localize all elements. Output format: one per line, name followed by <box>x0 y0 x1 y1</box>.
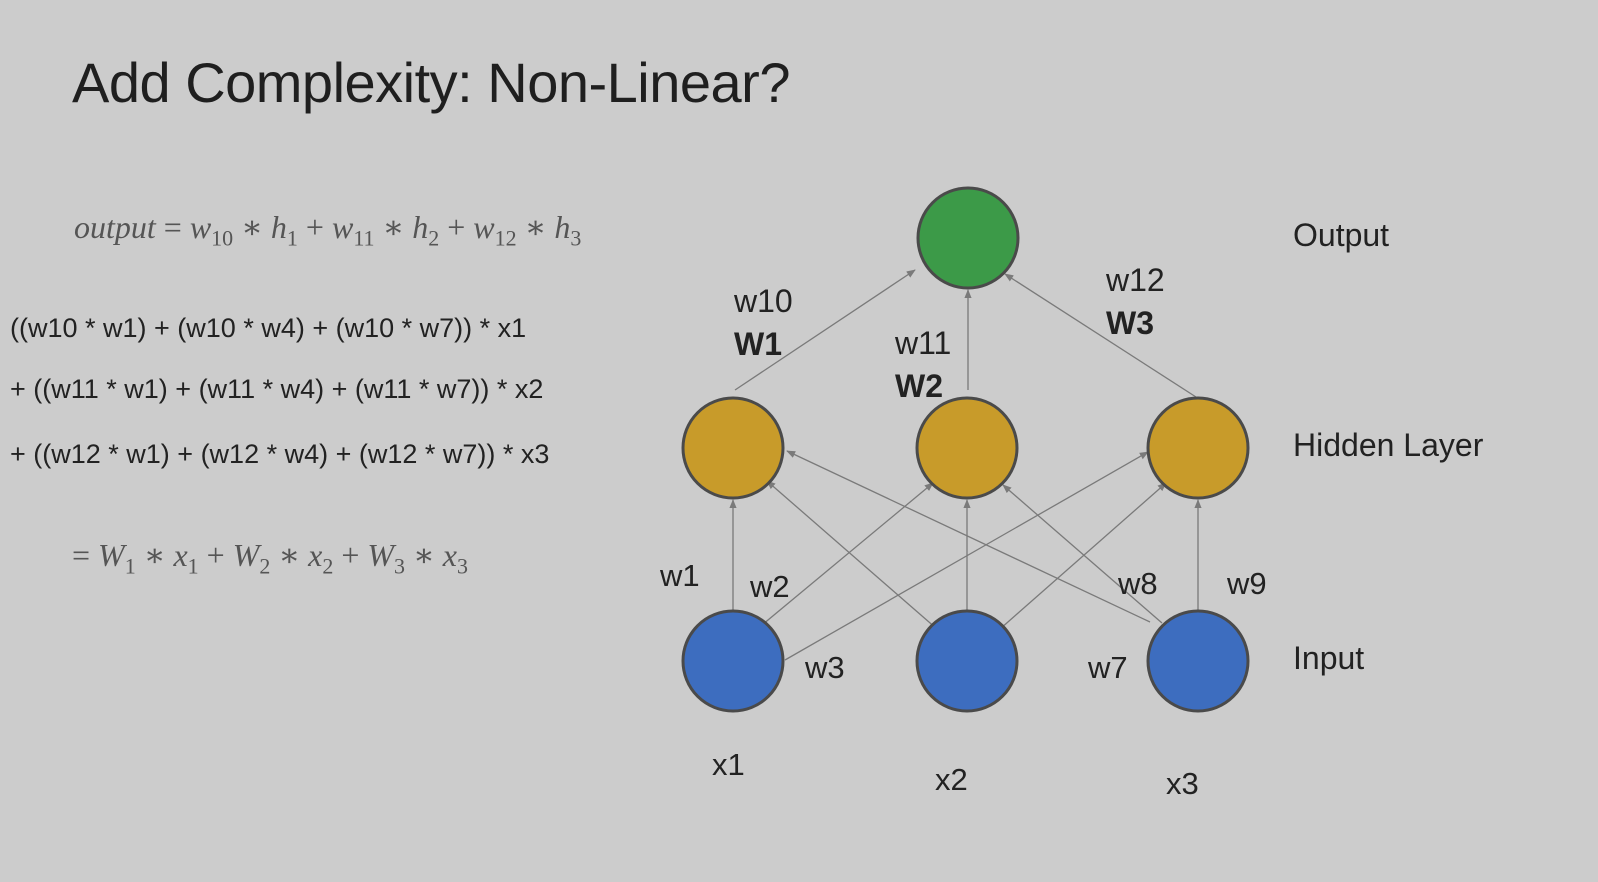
input-node-3 <box>1146 609 1250 713</box>
input-node-1 <box>681 609 785 713</box>
weight-label-W2: W2 <box>895 368 943 404</box>
weight-label-w9: w9 <box>1226 566 1267 601</box>
edge-x3-h2 <box>1002 484 1163 624</box>
weight-label-w1: w1 <box>659 558 700 593</box>
weight-label-w8: w8 <box>1117 566 1158 601</box>
hidden-node-2 <box>915 396 1019 500</box>
weight-label-w2: w2 <box>749 569 790 604</box>
layer-label-output: Output <box>1293 217 1389 253</box>
edge-h3-out <box>1004 273 1197 398</box>
input-node-2 <box>915 609 1019 713</box>
input-label-x2: x2 <box>935 762 968 797</box>
output-node <box>916 186 1020 290</box>
layer-label-input: Input <box>1293 640 1364 676</box>
edge-x2-h3 <box>999 482 1167 630</box>
hidden-node-1 <box>681 396 785 500</box>
input-label-x3: x3 <box>1166 766 1199 801</box>
weight-label-w3: w3 <box>804 650 845 685</box>
layer-label-hidden: Hidden Layer <box>1293 427 1484 463</box>
neural-network-diagram: Output Hidden Layer Input x1 x2 x3 w10 W… <box>659 186 1484 801</box>
weight-label-W1: W1 <box>734 326 782 362</box>
edge-x2-h1 <box>766 480 938 630</box>
input-label-x1: x1 <box>712 747 745 782</box>
weight-label-w7: w7 <box>1087 650 1128 685</box>
weight-label-W3: W3 <box>1106 305 1154 341</box>
weight-label-w12: w12 <box>1105 262 1165 298</box>
weight-label-w10: w10 <box>733 283 793 319</box>
hidden-node-3 <box>1146 396 1250 500</box>
weight-label-w11: w11 <box>894 325 951 361</box>
